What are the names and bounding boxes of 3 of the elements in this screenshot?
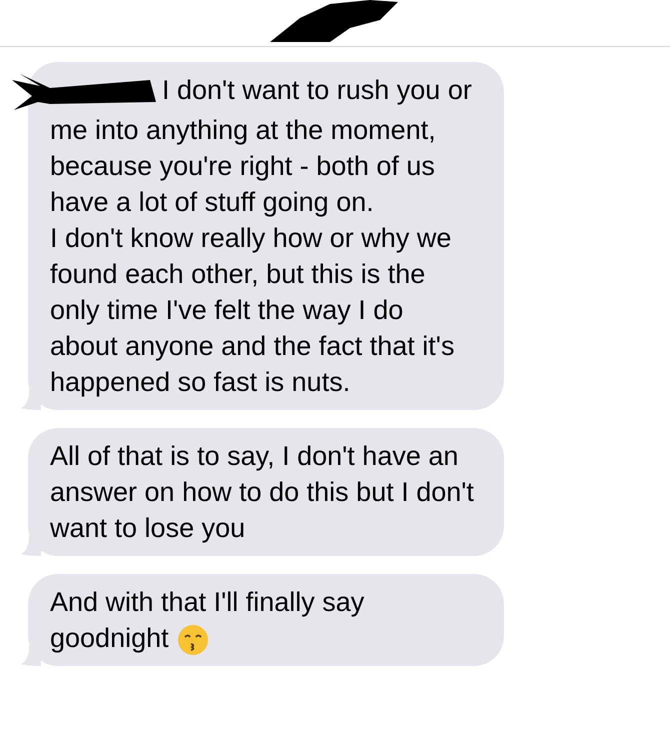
message-text: And with that I'll finally say goodnight	[50, 584, 474, 656]
message-text: All of that is to say, I don't have an answer on how to do this but I don't want to lose you	[50, 440, 474, 545]
message-text: I don't want to rush you or me into anything at the moment, because you're right - both of us have a lot of stuff going on. I don't know really how or why we found each other, but this is the only time I've felt the way I do about anyone and the fact that it's happened so fast is nuts.	[50, 72, 474, 400]
